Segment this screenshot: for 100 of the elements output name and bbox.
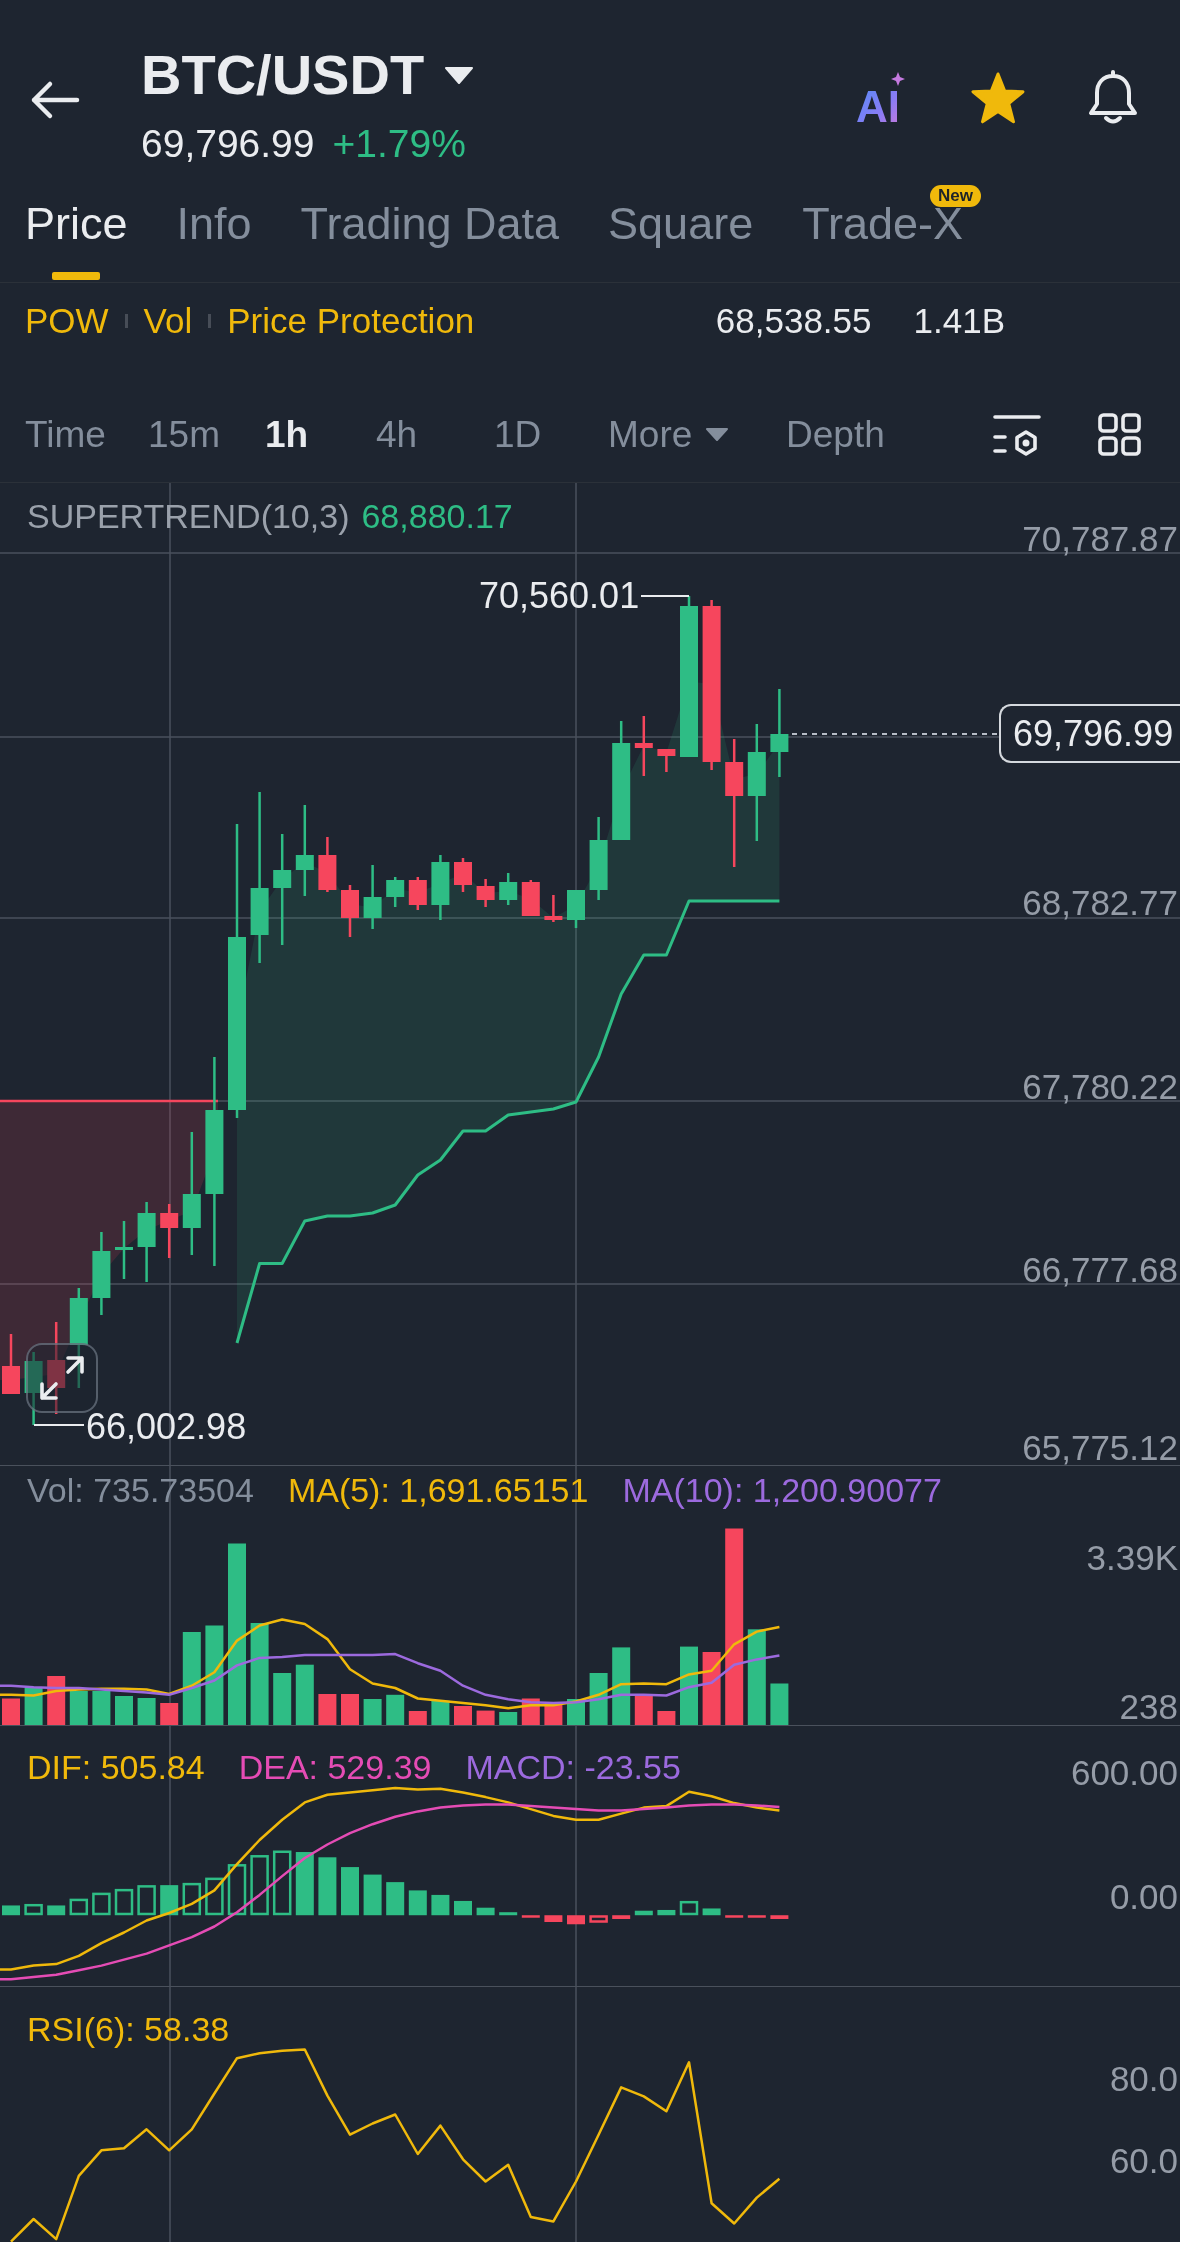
volume-bar xyxy=(24,1688,43,1725)
volume-bar xyxy=(341,1694,359,1725)
tab[interactable]: Trading Data xyxy=(300,185,560,280)
hexagon-lines-icon[interactable] xyxy=(993,412,1041,457)
candle xyxy=(544,895,563,922)
candle xyxy=(2,1334,20,1394)
macd-bar xyxy=(657,1909,676,1916)
macd-bar xyxy=(454,1900,472,1916)
macd-bar xyxy=(747,1915,766,1918)
expand-icon xyxy=(39,1355,85,1401)
interval-tab[interactable]: 4h xyxy=(376,409,418,460)
price-axis-label: 66,777.68 xyxy=(1022,1252,1178,1287)
macd-bar xyxy=(205,1877,224,1916)
tab[interactable]: Trade-X New xyxy=(802,185,982,280)
back-arrow-icon[interactable] xyxy=(30,80,80,120)
candle xyxy=(476,879,495,907)
volume-bar xyxy=(137,1698,156,1725)
macd-bar xyxy=(408,1890,427,1916)
interval-tab[interactable]: 1h xyxy=(265,409,309,460)
macd-bar xyxy=(702,1908,721,1916)
volume-bar xyxy=(160,1703,179,1725)
macd-bar xyxy=(589,1915,608,1923)
macd-bar xyxy=(182,1882,202,1916)
volume-bar xyxy=(386,1694,405,1725)
price-axis-label: 70,787.87 xyxy=(1022,521,1178,556)
interval-tab[interactable]: 1D xyxy=(494,409,542,460)
more-dropdown[interactable]: More xyxy=(608,409,729,460)
volume-legend: MA(5): 1,691.65151 xyxy=(287,1472,589,1508)
tab[interactable]: Square xyxy=(608,185,754,280)
macd-bar xyxy=(476,1907,495,1916)
token-tag[interactable]: POW xyxy=(25,300,109,342)
caret-down-icon xyxy=(706,428,729,441)
interval-tab[interactable]: 15m xyxy=(148,409,220,460)
candle xyxy=(431,855,450,920)
macd-bar xyxy=(679,1900,699,1916)
volume-legend: MA(10): 1,200.90077 xyxy=(622,1472,942,1508)
volume-bar xyxy=(115,1696,133,1725)
tab-badge: New xyxy=(930,185,982,207)
last-price-tag: 69,796.99 xyxy=(999,704,1180,763)
candle xyxy=(454,858,472,892)
macd-bar xyxy=(24,1903,43,1916)
rsi-axis-label: 60.0 xyxy=(1109,2143,1178,2179)
candle xyxy=(408,877,427,910)
token-tag[interactable]: Price Protection xyxy=(227,300,475,342)
macd-bar xyxy=(250,1855,269,1916)
rsi-axis-label: 80.0 xyxy=(1109,2060,1178,2096)
macd-bar xyxy=(295,1852,314,1916)
macd-bar xyxy=(544,1915,563,1922)
candle xyxy=(318,837,337,892)
volume-axis-label: 3.39K xyxy=(1086,1540,1178,1575)
volume-bar xyxy=(770,1683,789,1725)
indicator-value: 68,880.17 xyxy=(361,498,513,534)
expand-button[interactable] xyxy=(26,1343,98,1413)
candle xyxy=(363,865,382,929)
price-change: +1.79% xyxy=(332,121,466,167)
star-icon[interactable] xyxy=(970,71,1026,125)
macd-bar xyxy=(521,1915,540,1918)
volume-bar xyxy=(431,1700,450,1725)
volume-bar xyxy=(454,1706,472,1725)
volume-bar xyxy=(295,1664,314,1725)
pair-selector[interactable]: BTC/USDT xyxy=(141,44,474,106)
macd-axis-label: 600.00 xyxy=(1070,1754,1178,1790)
sparkle-icon xyxy=(891,72,905,86)
candle xyxy=(634,716,653,776)
macd-bar xyxy=(47,1905,66,1916)
candle xyxy=(115,1221,133,1279)
bell-icon[interactable] xyxy=(1086,70,1140,126)
macd-bar xyxy=(363,1874,382,1916)
last-price: 69,796.99 xyxy=(141,121,315,167)
candle xyxy=(521,880,540,916)
macd-bar xyxy=(69,1898,89,1916)
market-stat: 68,538.55 xyxy=(715,300,872,342)
interval-tab[interactable]: Depth xyxy=(786,409,885,460)
price-axis-label: 65,775.12 xyxy=(1022,1430,1178,1465)
token-tag[interactable]: Vol xyxy=(143,300,193,342)
tab[interactable]: Price xyxy=(25,185,128,280)
volume-bar xyxy=(69,1691,88,1725)
caret-down-icon xyxy=(445,66,474,84)
macd-bar xyxy=(341,1867,359,1916)
ai-button[interactable]: AI xyxy=(854,70,910,126)
price-axis-label: 68,782.77 xyxy=(1022,885,1178,920)
interval-tab[interactable]: Time xyxy=(25,409,106,460)
high-price-label: 70,560.01 xyxy=(479,580,640,612)
volume-bar xyxy=(499,1712,518,1725)
indicator-name: SUPERTREND(10,3) xyxy=(27,498,350,534)
macd-bar xyxy=(227,1864,247,1916)
macd-bar xyxy=(725,1915,744,1918)
macd-legend: MACD: -23.55 xyxy=(465,1749,681,1785)
low-leader-line xyxy=(33,1424,85,1426)
volume-bar xyxy=(92,1691,111,1725)
volume-bar xyxy=(408,1711,427,1725)
volume-bar xyxy=(363,1699,382,1725)
volume-bar xyxy=(318,1694,337,1725)
tab[interactable]: Info xyxy=(176,185,252,280)
macd-bar xyxy=(634,1910,653,1916)
candle xyxy=(657,749,676,772)
macd-bar xyxy=(770,1915,789,1919)
candle xyxy=(160,1204,179,1258)
macd-bar xyxy=(499,1912,518,1916)
grid-icon[interactable] xyxy=(1098,413,1141,456)
